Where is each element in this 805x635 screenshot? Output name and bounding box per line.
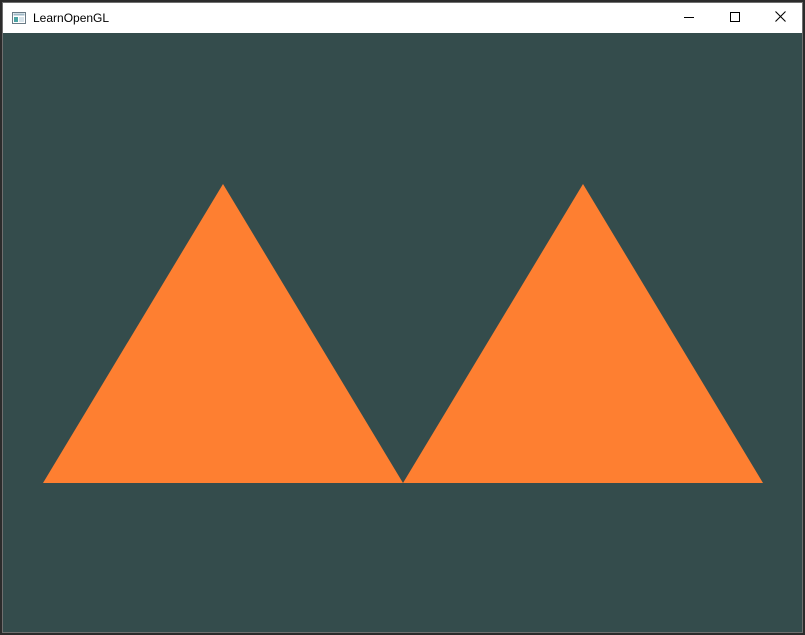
close-icon bbox=[774, 9, 786, 27]
title-bar[interactable]: LearnOpenGL bbox=[3, 3, 802, 33]
app-window-icon bbox=[12, 11, 26, 24]
window-title: LearnOpenGL bbox=[33, 11, 110, 25]
opengl-viewport[interactable] bbox=[3, 33, 802, 632]
clear-background bbox=[3, 33, 802, 632]
render-canvas bbox=[3, 33, 802, 632]
app-window: LearnOpenGL bbox=[2, 2, 803, 633]
maximize-icon bbox=[730, 9, 740, 27]
close-button[interactable] bbox=[757, 3, 802, 33]
minimize-icon bbox=[684, 9, 694, 27]
maximize-button[interactable] bbox=[712, 3, 758, 33]
minimize-button[interactable] bbox=[666, 3, 712, 33]
